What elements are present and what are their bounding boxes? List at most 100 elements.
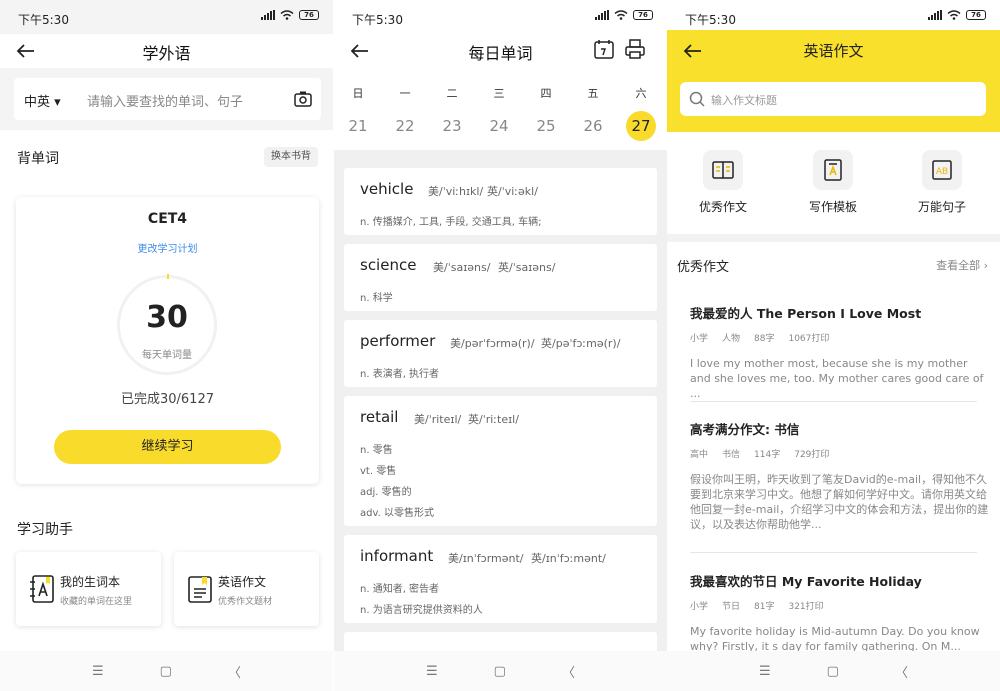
article-item[interactable]: 我最爱的人 The Person I Love Most 小学 人物 88字 1…	[690, 303, 990, 401]
print-icon[interactable]	[624, 38, 646, 60]
system-nav-bar: ☰ ▢ 〈	[0, 651, 333, 691]
search-bar[interactable]: 中英 ▾ 请输入要查找的单词、句子	[14, 78, 321, 120]
book-name: CET4	[147, 211, 188, 227]
composition-search-bar[interactable]: 输入作文标题	[680, 82, 986, 116]
article-title: 高考满分作文: 书信	[690, 422, 800, 437]
system-nav-bar: ☰ ▢ 〈	[334, 651, 667, 691]
date-item[interactable]: 25	[529, 117, 563, 135]
word-card[interactable]: science 美/ˈsaɪəns/ 英/ˈsaɪəns/ n. 科学	[344, 244, 657, 311]
meaning: n. 为语言研究提供资料的人	[360, 605, 483, 616]
category-label: 优秀作文	[698, 200, 747, 214]
change-book-button[interactable]: 换本书背	[264, 147, 318, 167]
search-input[interactable]: 请输入要查找的单词、句子	[87, 91, 243, 110]
status-time: 下午5:30	[352, 13, 403, 27]
phonetic-uk: 英/ˈriːteɪl/	[468, 413, 519, 426]
word: retail	[360, 408, 399, 426]
helper-subtitle: 收藏的单词在这里	[60, 597, 133, 607]
article-excerpt: I love my mother most, because she is my…	[690, 357, 984, 400]
article-tag: 人物	[722, 334, 741, 344]
back-nav-icon[interactable]: 〈	[562, 662, 575, 681]
signal-icon	[928, 10, 942, 20]
template-icon	[824, 159, 842, 181]
word-card[interactable]: vehicle 美/ˈviːhɪkl/ 英/ˈviːəkl/ n. 传播媒介, …	[344, 168, 657, 235]
weekday-label: 三	[493, 87, 505, 100]
helper-subtitle: 优秀作文题材	[218, 597, 273, 607]
camera-icon[interactable]	[293, 89, 313, 109]
date-item-selected[interactable]: 27	[626, 111, 656, 141]
vocab-book-card[interactable]: 我的生词本 收藏的单词在这里	[16, 552, 161, 626]
meaning: n. 通知者, 密告者	[360, 584, 440, 595]
ab-sentence-icon: AB	[932, 160, 952, 180]
word: vehicle	[360, 180, 414, 198]
menu-nav-icon[interactable]: ☰	[92, 664, 104, 679]
phonetic-us: 美/ˈviːhɪkl/	[428, 185, 484, 198]
daily-count: 30	[146, 300, 188, 335]
article-tag: 书信	[722, 450, 741, 460]
article-prints: 321打印	[788, 602, 824, 612]
article-prints: 729打印	[794, 450, 830, 460]
weekday-label: 五	[587, 87, 599, 100]
study-plan-card: CET4 更改学习计划 30 每天单词量 已完成30/6127 继续学习	[16, 197, 319, 484]
phonetic-us: 美/pərˈfɔrmə(r)/	[450, 337, 535, 350]
date-item[interactable]: 26	[576, 117, 610, 135]
date-item[interactable]: 24	[482, 117, 516, 135]
menu-nav-icon[interactable]: ☰	[759, 664, 771, 679]
article-level: 小学	[690, 602, 709, 612]
calendar-icon[interactable]	[593, 38, 615, 60]
screen-daily-words: 下午5:30 76 每日单词 日 一 二 三 四 五 六 21 22 23 24…	[334, 0, 667, 691]
weekday-label: 六	[635, 87, 647, 100]
category-excellent[interactable]: 优秀作文	[683, 150, 763, 215]
article-prints: 1067打印	[788, 334, 830, 344]
language-selector[interactable]: 中英 ▾	[24, 91, 61, 110]
meaning: vt. 零售	[360, 466, 397, 477]
search-input[interactable]: 输入作文标题	[711, 92, 777, 108]
word-card[interactable]: retail 美/ˈriteɪl/ 英/ˈriːteɪl/ n. 零售 vt. …	[344, 396, 657, 526]
back-nav-icon[interactable]: 〈	[228, 662, 241, 681]
word-card[interactable]: performer 美/pərˈfɔrmə(r)/ 英/pəˈfɔːmə(r)/…	[344, 320, 657, 387]
chevron-right-icon: ›	[983, 259, 988, 272]
category-label: 万能句子	[917, 200, 966, 214]
category-sentences[interactable]: AB 万能句子	[902, 150, 982, 215]
daily-count-ring: 30 每天单词量	[117, 274, 217, 375]
home-nav-icon[interactable]: ▢	[160, 664, 172, 679]
search-icon	[689, 91, 705, 107]
meaning: n. 表演者, 执行者	[360, 369, 440, 380]
page-title: 英语作文	[803, 42, 864, 60]
helper-title: 英语作文	[218, 575, 267, 589]
continue-button[interactable]: 继续学习	[54, 430, 281, 464]
article-item[interactable]: 我最喜欢的节日 My Favorite Holiday 小学 节日 81字 32…	[690, 571, 990, 654]
article-words: 88字	[754, 334, 775, 344]
back-nav-icon[interactable]: 〈	[895, 662, 908, 681]
system-nav-bar: ☰ ▢ 〈	[667, 651, 1000, 691]
home-nav-icon[interactable]: ▢	[494, 664, 506, 679]
article-excerpt: My favorite holiday is Mid-autumn Day. D…	[690, 625, 980, 653]
menu-nav-icon[interactable]: ☰	[426, 664, 438, 679]
category-label: 写作模板	[808, 200, 857, 214]
date-item[interactable]: 22	[388, 117, 422, 135]
date-item[interactable]: 23	[435, 117, 469, 135]
battery-icon: 76	[633, 10, 653, 20]
word: science	[360, 256, 417, 274]
article-item[interactable]: 高考满分作文: 书信 高中 书信 114字 729打印 假设你叫王明，昨天收到了…	[690, 419, 990, 532]
word-card[interactable]: informant 美/ɪnˈfɔrmənt/ 英/ɪnˈfɔːmənt/ n.…	[344, 535, 657, 623]
composition-card[interactable]: 英语作文 优秀作文题材	[174, 552, 319, 626]
view-all-link[interactable]: 查看全部 ›	[936, 257, 988, 273]
home-nav-icon[interactable]: ▢	[827, 664, 839, 679]
meaning: n. 零售	[360, 445, 393, 456]
article-level: 小学	[690, 334, 709, 344]
status-bar: 下午5:30 76	[0, 0, 333, 34]
status-time: 下午5:30	[18, 13, 69, 27]
phonetic-uk: 英/pəˈfɔːmə(r)/	[541, 337, 621, 350]
status-bar: 下午5:30 76	[334, 0, 667, 34]
date-item[interactable]: 21	[341, 117, 375, 135]
screen-english-composition: 下午5:30 76 英语作文 输入作文标题 优秀作文 写作模板 AB 万能句子 …	[667, 0, 1000, 691]
wifi-icon	[280, 10, 294, 20]
category-template[interactable]: 写作模板	[793, 150, 873, 215]
change-plan-link[interactable]: 更改学习计划	[16, 240, 319, 255]
meaning: adv. 以零售形式	[360, 508, 434, 519]
phonetic-uk: 英/ˈviːəkl/	[487, 185, 538, 198]
wifi-icon	[614, 10, 628, 20]
word: performer	[360, 332, 436, 350]
page-title: 学外语	[142, 44, 191, 63]
meaning: n. 科学	[360, 293, 393, 304]
